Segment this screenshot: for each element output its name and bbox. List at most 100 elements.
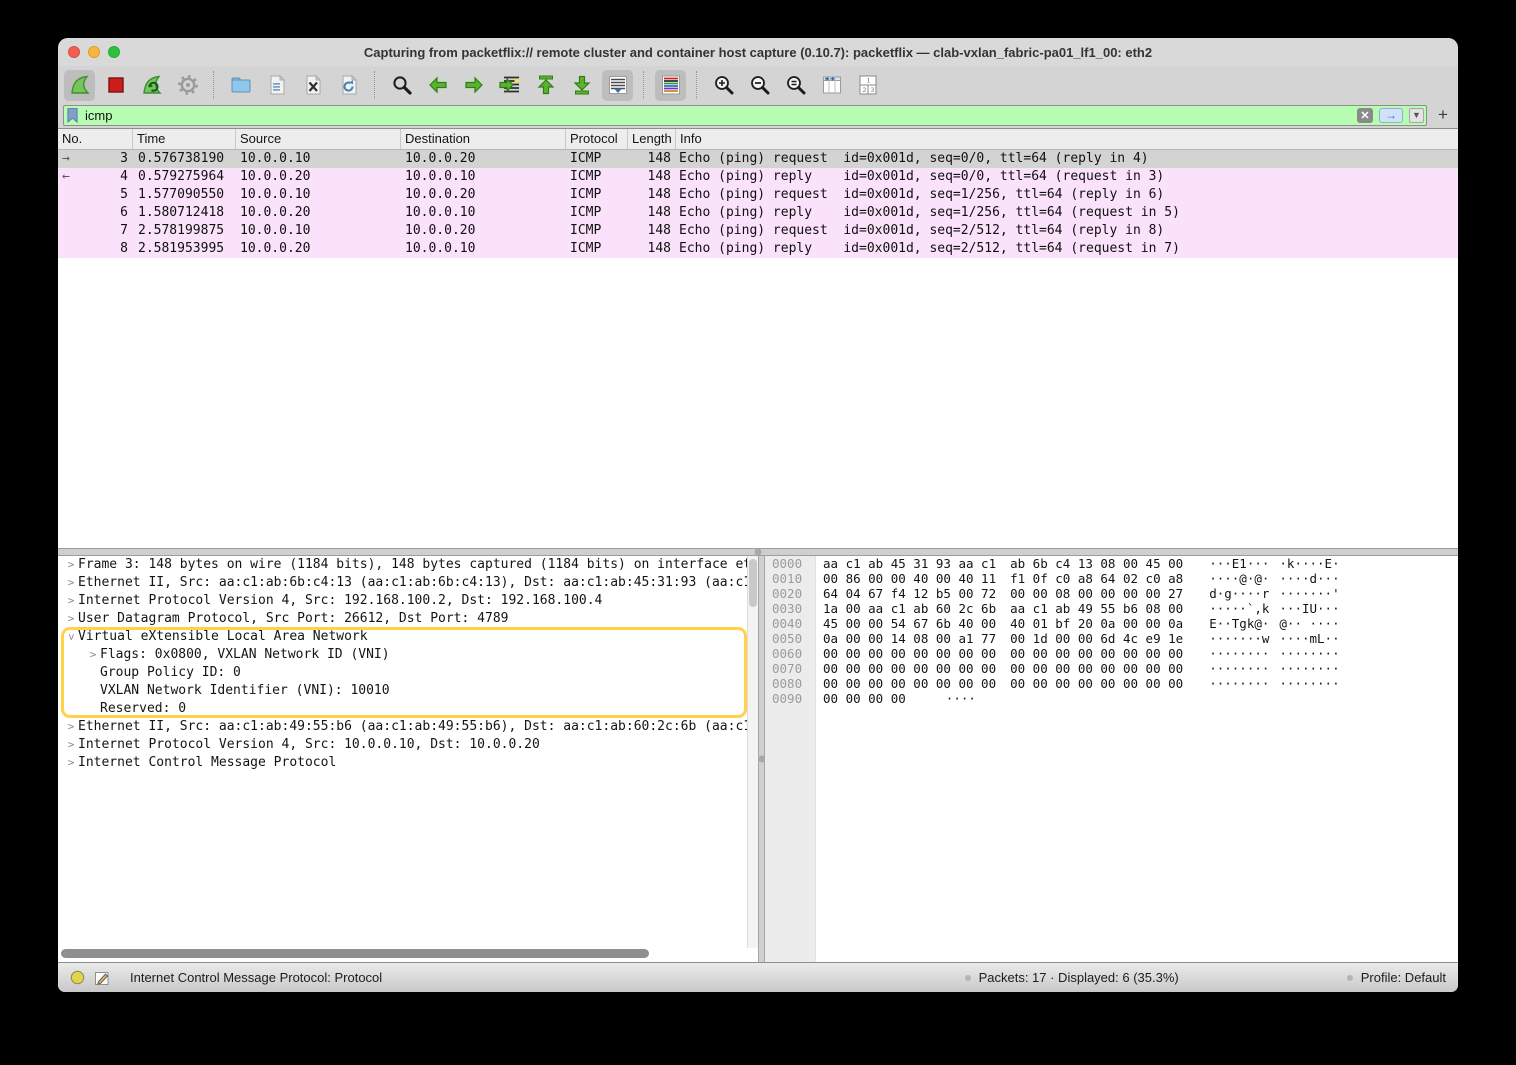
hex-row[interactable]: 007000 00 00 00 00 00 00 0000 00 00 00 0… xyxy=(765,661,1458,676)
vertical-pane-splitter[interactable] xyxy=(758,556,765,962)
status-left xyxy=(70,970,110,986)
zoom-in-button[interactable] xyxy=(708,70,739,101)
expander-icon[interactable]: > xyxy=(64,556,78,574)
hex-a1: d·g····r xyxy=(1209,586,1269,601)
cell-marker xyxy=(58,222,80,240)
column-header-source[interactable]: Source xyxy=(235,129,400,149)
hex-row[interactable]: 001000 86 00 00 40 00 40 11f1 0f c0 a8 6… xyxy=(765,571,1458,586)
hex-row[interactable]: 00301a 00 aa c1 ab 60 2c 6baa c1 ab 49 5… xyxy=(765,601,1458,616)
hex-a2: ····mL·· xyxy=(1279,631,1339,646)
detail-row[interactable]: >Virtual eXtensible Local Area Network xyxy=(58,628,758,646)
packet-row[interactable]: 72.57819987510.0.0.1010.0.0.20ICMP148Ech… xyxy=(58,222,1458,240)
auto-scroll-button[interactable] xyxy=(602,70,633,101)
expander-icon[interactable]: > xyxy=(64,718,78,736)
hex-row[interactable]: 00500a 00 00 14 08 00 a1 7700 1d 00 00 6… xyxy=(765,631,1458,646)
cell-length: 148 xyxy=(627,168,675,186)
zoom-window-button[interactable] xyxy=(108,46,120,58)
go-first-button[interactable] xyxy=(530,70,561,101)
filter-dropdown-button[interactable]: ▼ xyxy=(1409,108,1424,123)
go-back-button[interactable] xyxy=(422,70,453,101)
resize-columns-button[interactable] xyxy=(816,70,847,101)
cell-no: 7 xyxy=(80,222,132,240)
detail-row[interactable]: >Flags: 0x0800, VXLAN Network ID (VNI) xyxy=(58,646,758,664)
detail-row[interactable]: Reserved: 0 xyxy=(58,700,758,718)
packet-row[interactable]: 51.57709055010.0.0.1010.0.0.20ICMP148Ech… xyxy=(58,186,1458,204)
column-header-length[interactable]: Length xyxy=(627,129,675,149)
open-file-icon xyxy=(229,73,253,97)
close-window-button[interactable] xyxy=(68,46,80,58)
expander-icon[interactable]: > xyxy=(64,610,78,628)
expander-icon[interactable]: > xyxy=(62,630,80,644)
bookmark-icon[interactable] xyxy=(66,107,79,124)
restart-capture-button[interactable] xyxy=(136,70,167,101)
minimize-window-button[interactable] xyxy=(88,46,100,58)
capture-options-button[interactable] xyxy=(172,70,203,101)
reload-file-button[interactable] xyxy=(333,70,364,101)
open-file-button[interactable] xyxy=(225,70,256,101)
detail-row[interactable]: >User Datagram Protocol, Src Port: 26612… xyxy=(58,610,758,628)
expander-icon[interactable]: > xyxy=(64,754,78,772)
column-header-protocol[interactable]: Protocol xyxy=(565,129,627,149)
hex-row[interactable]: 002064 04 67 f4 12 b5 00 7200 00 08 00 0… xyxy=(765,586,1458,601)
detail-text: Group Policy ID: 0 xyxy=(100,664,241,682)
hex-row[interactable]: 006000 00 00 00 00 00 00 0000 00 00 00 0… xyxy=(765,646,1458,661)
expander-icon[interactable]: > xyxy=(64,574,78,592)
save-file-button[interactable] xyxy=(261,70,292,101)
detail-row[interactable]: Group Policy ID: 0 xyxy=(58,664,758,682)
details-vscroll-thumb[interactable] xyxy=(749,559,757,607)
detail-row[interactable]: >Internet Protocol Version 4, Src: 10.0.… xyxy=(58,736,758,754)
cell-marker xyxy=(58,204,80,222)
detail-row[interactable]: >Ethernet II, Src: aa:c1:ab:6b:c4:13 (aa… xyxy=(58,574,758,592)
column-header-destination[interactable]: Destination xyxy=(400,129,565,149)
cell-destination: 10.0.0.10 xyxy=(400,204,565,222)
packet-row[interactable]: 61.58071241810.0.0.2010.0.0.10ICMP148Ech… xyxy=(58,204,1458,222)
detail-text: Ethernet II, Src: aa:c1:ab:49:55:b6 (aa:… xyxy=(78,718,751,736)
detail-row[interactable]: VXLAN Network Identifier (VNI): 10010 xyxy=(58,682,758,700)
go-last-button[interactable] xyxy=(566,70,597,101)
packet-list-rows: →30.57673819010.0.0.1010.0.0.20ICMP148Ec… xyxy=(58,150,1458,258)
start-capture-button[interactable] xyxy=(64,70,95,101)
restart-capture-icon xyxy=(140,73,164,97)
capture-comment-icon[interactable] xyxy=(94,970,110,986)
find-packet-button[interactable] xyxy=(386,70,417,101)
expert-info-icon[interactable] xyxy=(70,970,85,985)
hex-row[interactable]: 0000aa c1 ab 45 31 93 aa c1ab 6b c4 13 0… xyxy=(765,556,1458,571)
colorize-button[interactable] xyxy=(655,70,686,101)
column-header-no[interactable]: No. xyxy=(58,129,132,149)
display-filter-input[interactable]: icmp ✕ → ▼ xyxy=(63,105,1427,126)
add-filter-button[interactable]: + xyxy=(1434,105,1452,125)
detail-row[interactable]: >Internet Control Message Protocol xyxy=(58,754,758,772)
detail-row[interactable]: >Ethernet II, Src: aa:c1:ab:49:55:b6 (aa… xyxy=(58,718,758,736)
titlebar[interactable]: Capturing from packetflix:// remote clus… xyxy=(58,38,1458,66)
zoom-original-button[interactable] xyxy=(780,70,811,101)
details-vertical-scrollbar[interactable] xyxy=(747,556,758,948)
details-horizontal-scrollbar[interactable] xyxy=(61,949,649,958)
stop-capture-button[interactable] xyxy=(100,70,131,101)
expander-icon[interactable]: > xyxy=(64,736,78,754)
hex-row[interactable]: 008000 00 00 00 00 00 00 0000 00 00 00 0… xyxy=(765,676,1458,691)
expander-icon[interactable]: > xyxy=(86,646,100,664)
go-to-packet-button[interactable] xyxy=(494,70,525,101)
hex-h1: 00 00 00 00 00 00 00 00 xyxy=(823,661,996,676)
packet-row[interactable]: 82.58195399510.0.0.2010.0.0.10ICMP148Ech… xyxy=(58,240,1458,258)
column-header-time[interactable]: Time xyxy=(132,129,235,149)
packet-row[interactable]: →30.57673819010.0.0.1010.0.0.20ICMP148Ec… xyxy=(58,150,1458,168)
hex-row[interactable]: 009000 00 00 00···· xyxy=(765,691,1458,706)
layout-button[interactable] xyxy=(852,70,883,101)
horizontal-pane-splitter[interactable] xyxy=(58,548,1458,556)
column-header-info[interactable]: Info xyxy=(675,129,1458,149)
expander-icon[interactable]: > xyxy=(64,592,78,610)
resize-columns-icon xyxy=(820,73,844,97)
zoom-out-button[interactable] xyxy=(744,70,775,101)
status-bar: Internet Control Message Protocol: Proto… xyxy=(58,962,1458,992)
hex-row[interactable]: 004045 00 00 54 67 6b 40 0040 01 bf 20 0… xyxy=(765,616,1458,631)
detail-row[interactable]: >Frame 3: 148 bytes on wire (1184 bits),… xyxy=(58,556,758,574)
detail-row[interactable]: >Internet Protocol Version 4, Src: 192.1… xyxy=(58,592,758,610)
filter-text[interactable]: icmp xyxy=(85,108,1351,123)
clear-filter-button[interactable]: ✕ xyxy=(1357,108,1373,123)
go-forward-button[interactable] xyxy=(458,70,489,101)
apply-filter-button[interactable]: → xyxy=(1379,108,1403,123)
close-file-button[interactable] xyxy=(297,70,328,101)
packet-row[interactable]: ←40.57927596410.0.0.2010.0.0.10ICMP148Ec… xyxy=(58,168,1458,186)
profile-status[interactable]: Profile: Default xyxy=(1347,970,1446,985)
